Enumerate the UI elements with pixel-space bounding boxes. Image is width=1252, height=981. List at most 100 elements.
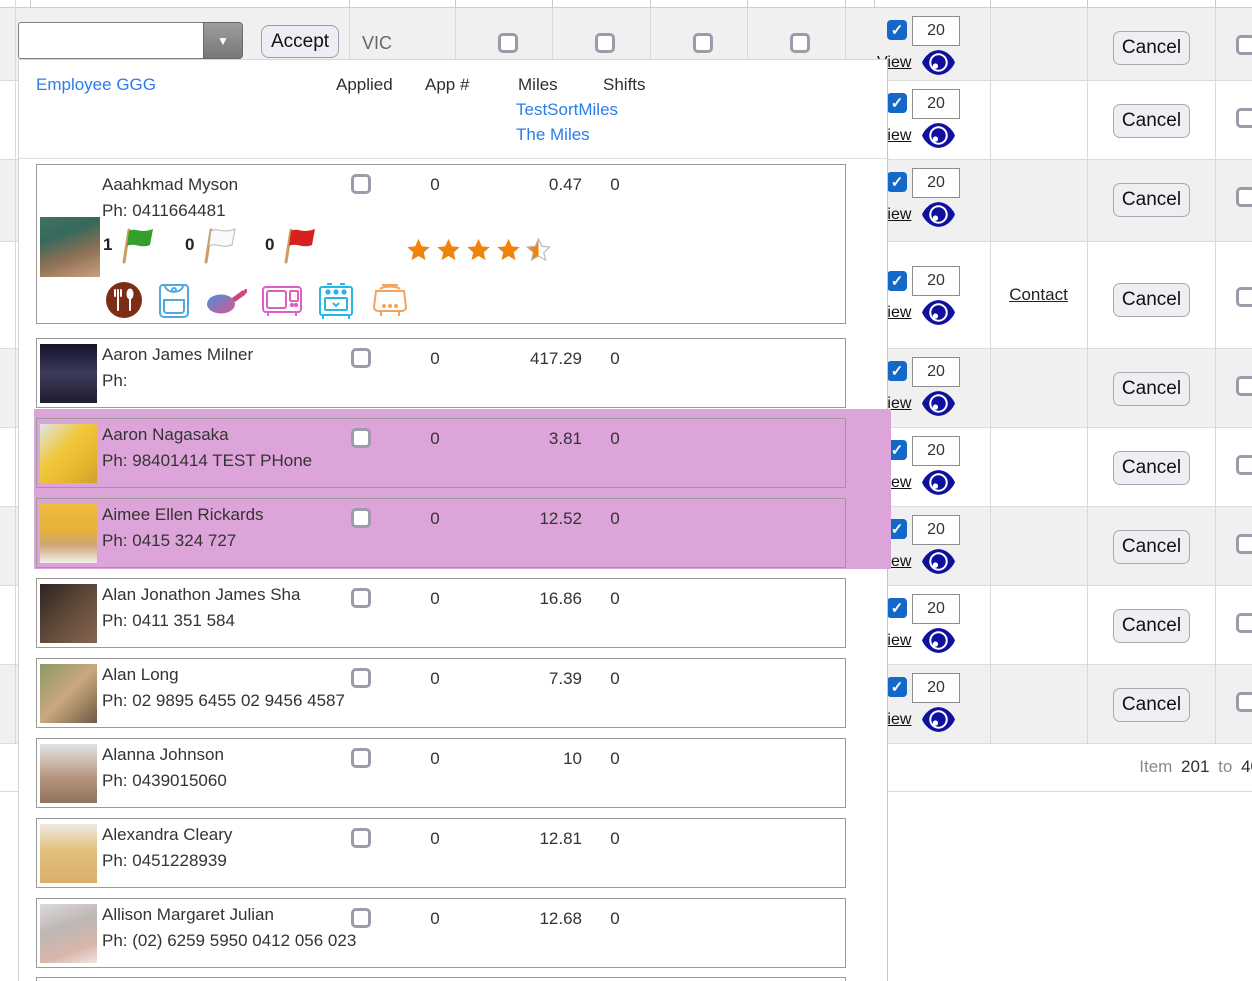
row-checkbox-partial[interactable] [1236,455,1252,475]
column-divider [349,8,350,59]
miles-value: 7.39 [496,669,582,689]
row-checkbox[interactable]: ✓ [887,361,907,381]
quantity-input[interactable] [912,515,960,545]
cancel-button[interactable]: Cancel [1113,183,1190,217]
quantity-input[interactable] [912,357,960,387]
cutlery-icon [105,281,143,324]
app-count: 0 [415,429,455,449]
employee-card[interactable]: Aaron James Milner Ph: 0 417.29 0 [36,338,846,408]
employee-photo [40,344,97,403]
row-checkbox-partial[interactable] [1236,613,1252,633]
eye-icon[interactable] [921,548,956,580]
accept-button[interactable]: Accept [261,25,339,58]
eye-icon[interactable] [921,49,956,81]
applied-checkbox[interactable] [351,668,371,688]
quantity-input[interactable] [912,594,960,624]
slow-cooker-icon [369,281,411,324]
employee-dropdown-panel: Employee GGG Applied App # Miles Shifts … [18,59,888,981]
eye-icon[interactable] [921,122,956,154]
column-divider [1087,8,1088,744]
row-checkbox[interactable]: ✓ [887,271,907,291]
header-checkbox[interactable] [790,33,810,53]
quantity-input[interactable] [912,168,960,198]
eye-icon[interactable] [921,299,956,331]
column-divider [552,0,553,8]
region-label: VIC [362,33,392,54]
employee-card[interactable]: Allison Margaret Julian Ph: (02) 6259 59… [36,898,846,968]
eye-icon[interactable] [921,201,956,233]
row-checkbox-partial[interactable] [1236,287,1252,307]
cancel-button[interactable]: Cancel [1113,31,1190,65]
header-checkbox[interactable] [595,33,615,53]
cancel-button[interactable]: Cancel [1113,688,1190,722]
shifts-count: 0 [595,429,635,449]
employee-card[interactable]: Alan Jonathon James Sha Ph: 0411 351 584… [36,578,846,648]
cancel-button[interactable]: Cancel [1113,372,1190,406]
employee-combo-input[interactable] [18,22,204,59]
employee-card[interactable]: Alexandra Cleary Ph: 0451228939 0 12.81 … [36,818,846,888]
quantity-input[interactable] [912,266,960,296]
quantity-input[interactable] [912,89,960,119]
row-checkbox-partial[interactable] [1236,376,1252,396]
green-flag-count: 1 [103,235,112,255]
combo-dropdown-button[interactable]: ▼ [203,22,243,59]
employee-photo [40,217,100,277]
eye-icon[interactable] [921,469,956,501]
cancel-button[interactable]: Cancel [1113,530,1190,564]
cancel-button[interactable]: Cancel [1113,609,1190,643]
header-checkbox[interactable] [693,33,713,53]
employee-card[interactable]: Aaron Nagasaka Ph: 98401414 TEST PHone 0… [36,418,846,488]
row-checkbox-partial[interactable] [1236,692,1252,712]
eye-icon[interactable] [921,627,956,659]
employee-phone: Ph: 0411664481 [102,201,226,221]
miles-value: 3.81 [496,429,582,449]
cancel-button[interactable]: Cancel [1113,451,1190,485]
applied-checkbox[interactable] [351,348,371,368]
cancel-button[interactable]: Cancel [1113,283,1190,317]
applied-checkbox[interactable] [351,748,371,768]
contact-link[interactable]: Contact [990,242,1087,348]
employee-name: Aaahkmad Myson [102,175,238,195]
applied-checkbox[interactable] [351,588,371,608]
row-checkbox[interactable]: ✓ [887,20,907,40]
column-divider [455,8,456,59]
employee-phone: Ph: (02) 6259 5950 0412 056 023 [102,931,356,951]
quantity-input[interactable] [912,673,960,703]
quantity-input[interactable] [912,436,960,466]
column-header-applied: Applied [336,75,393,95]
the-miles-link[interactable]: The Miles [516,125,590,145]
row-checkbox[interactable]: ✓ [887,598,907,618]
applied-checkbox[interactable] [351,828,371,848]
eye-icon[interactable] [921,706,956,738]
employee-card[interactable]: Alan Long Ph: 02 9895 6455 02 9456 4587 … [36,658,846,728]
applied-checkbox[interactable] [351,428,371,448]
applied-checkbox[interactable] [351,174,371,194]
employee-phone: Ph: 0451228939 [102,851,227,871]
employee-card[interactable]: Aaahkmad Myson Ph: 0411664481 0 0.47 0 1… [36,164,846,324]
column-divider [30,0,31,8]
header-checkbox[interactable] [498,33,518,53]
employee-group-link[interactable]: Employee GGG [36,75,156,95]
row-checkbox-partial[interactable] [1236,35,1252,55]
column-divider [845,8,846,59]
frying-pan-icon [205,283,247,322]
eye-icon[interactable] [921,390,956,422]
employee-photo [40,904,97,963]
employee-name: Alan Jonathon James Sha [102,585,300,605]
applied-checkbox[interactable] [351,508,371,528]
row-checkbox-partial[interactable] [1236,534,1252,554]
row-checkbox-partial[interactable] [1236,187,1252,207]
white-flag-count: 0 [185,235,194,255]
quantity-input[interactable] [912,16,960,46]
employee-card[interactable]: Aimee Ellen Rickards Ph: 0415 324 727 0 … [36,498,846,568]
row-checkbox[interactable]: ✓ [887,677,907,697]
row-checkbox-partial[interactable] [1236,108,1252,128]
cancel-button[interactable]: Cancel [1113,104,1190,138]
row-checkbox[interactable]: ✓ [887,93,907,113]
employee-name: Alexandra Cleary [102,825,232,845]
test-sort-miles-link[interactable]: TestSortMiles [516,100,618,120]
row-checkbox[interactable]: ✓ [887,172,907,192]
shifts-count: 0 [595,509,635,529]
applied-checkbox[interactable] [351,908,371,928]
employee-card[interactable]: Alanna Johnson Ph: 0439015060 0 10 0 [36,738,846,808]
